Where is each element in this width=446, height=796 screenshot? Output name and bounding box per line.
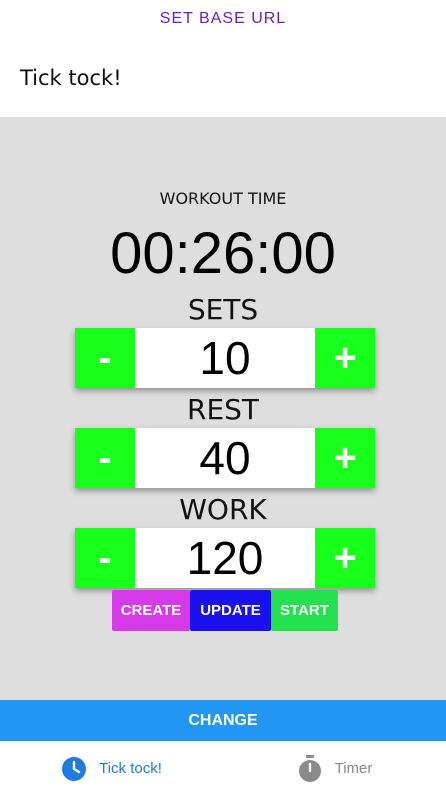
page-title: Tick tock! [20,66,122,90]
main-panel: WORKOUT TIME 00:26:00 SETS - 10 + REST -… [0,117,446,700]
rest-value: 40 [199,432,251,484]
tab-timer-label: Timer [334,760,373,777]
update-button[interactable]: UPDATE [190,590,271,631]
rest-stepper: - 40 + [75,428,375,488]
stopwatch-icon [297,754,323,783]
bottom-tab-bar: Tick tock! Timer [0,741,446,796]
work-decrement-button[interactable]: - [75,528,135,588]
create-button[interactable]: CREATE [112,590,190,631]
sets-label: SETS [187,293,259,326]
rest-increment-button[interactable]: + [315,428,375,488]
tab-tick-tock-label: Tick tock! [99,760,162,777]
rest-decrement-button[interactable]: - [75,428,135,488]
action-button-row: CREATE UPDATE START [112,590,338,631]
sets-decrement-button[interactable]: - [75,328,135,388]
workout-time-value: 00:26:00 [110,221,336,286]
work-stepper: - 120 + [75,528,375,588]
change-button[interactable]: CHANGE [0,700,446,741]
work-increment-button[interactable]: + [315,528,375,588]
work-label: WORK [179,493,267,526]
start-button[interactable]: START [271,590,338,631]
clock-icon [61,756,87,782]
sets-stepper: - 10 + [75,328,375,388]
tab-tick-tock[interactable]: Tick tock! [0,741,223,796]
tab-timer[interactable]: Timer [223,741,446,796]
work-value: 120 [186,532,264,584]
workout-time-label: WORKOUT TIME [159,189,287,208]
sets-value: 10 [199,332,251,384]
set-base-url-button[interactable]: SET BASE URL [0,0,446,38]
sets-increment-button[interactable]: + [315,328,375,388]
rest-label: REST [186,393,260,426]
